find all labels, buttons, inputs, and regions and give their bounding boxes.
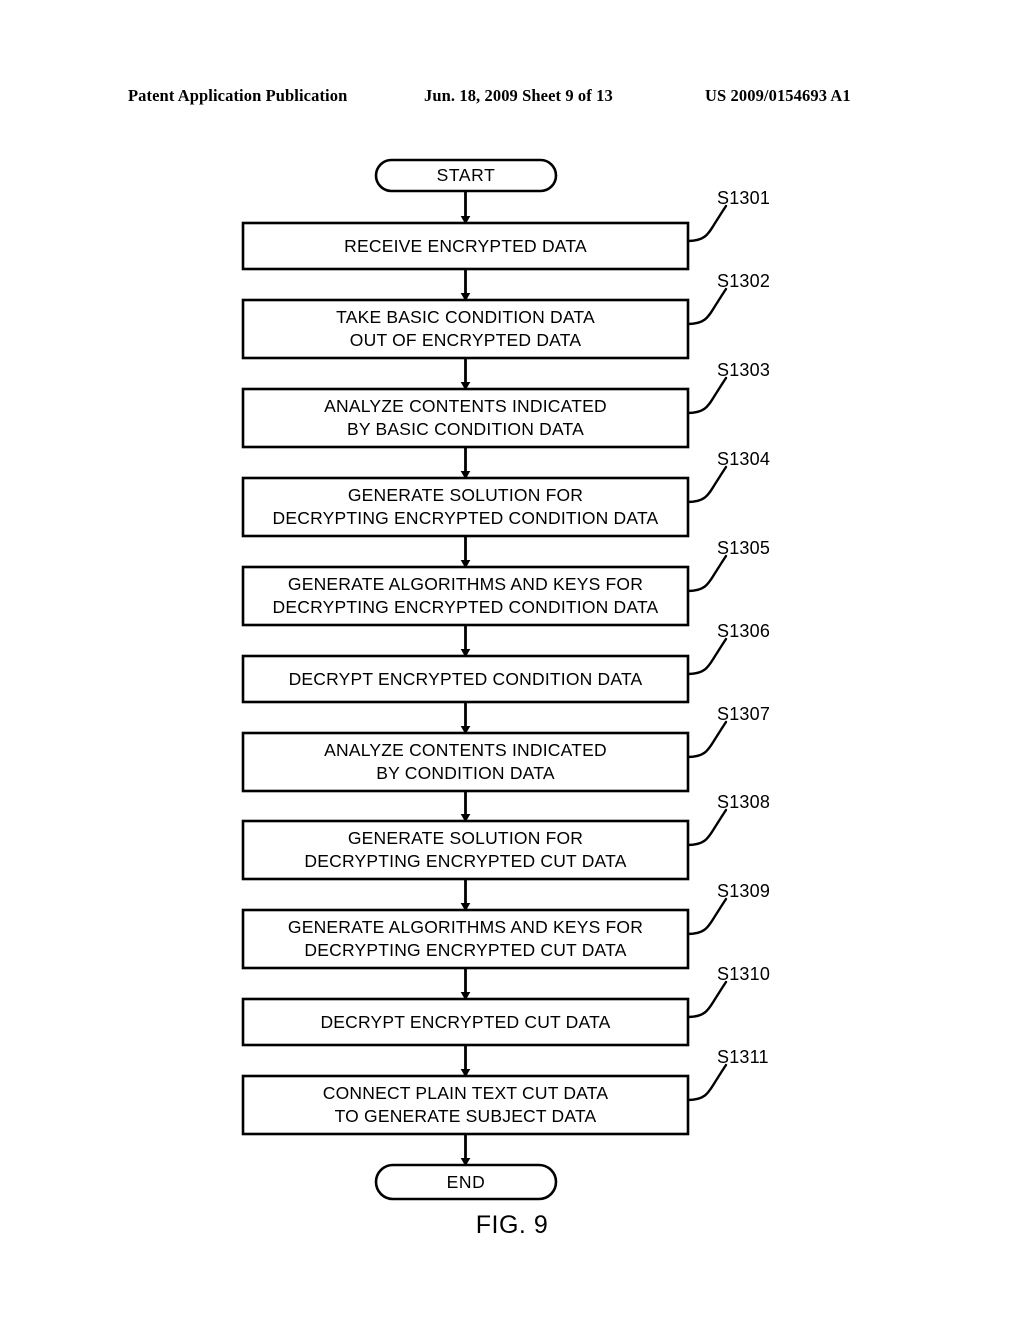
process-box-s1304 bbox=[241, 476, 690, 538]
step-id-s1303: S1303 bbox=[717, 360, 771, 380]
step-id-s1304: S1304 bbox=[717, 449, 771, 469]
process-box-s1305 bbox=[241, 565, 690, 627]
leader-s1309 bbox=[686, 897, 728, 936]
step-id-s1302: S1302 bbox=[717, 271, 771, 291]
step-id-s1307: S1307 bbox=[717, 704, 771, 724]
flowchart-graphics bbox=[241, 158, 728, 1201]
process-box-s1309 bbox=[241, 908, 690, 970]
step-id-s1305: S1305 bbox=[717, 538, 771, 558]
process-box-s1308 bbox=[241, 819, 690, 881]
flowchart-figure: START RECEIVE ENCRYPTED DATA TAKE BASIC … bbox=[0, 0, 1024, 1320]
step-id-s1309: S1309 bbox=[717, 881, 771, 901]
step-id-s1301: S1301 bbox=[717, 188, 771, 208]
leader-s1302 bbox=[686, 287, 728, 326]
process-box-s1310 bbox=[241, 997, 690, 1047]
figure-caption: FIG. 9 bbox=[475, 1211, 549, 1239]
step-id-s1308: S1308 bbox=[717, 792, 771, 812]
process-box-s1302 bbox=[241, 298, 690, 360]
leader-s1304 bbox=[686, 465, 728, 504]
end-terminator-shape bbox=[374, 1163, 558, 1201]
step-id-s1311: S1311 bbox=[717, 1047, 769, 1067]
process-box-s1306 bbox=[241, 654, 690, 704]
leader-s1308 bbox=[686, 808, 728, 847]
leader-s1305 bbox=[686, 554, 728, 593]
leader-s1306 bbox=[686, 637, 728, 676]
start-terminator-shape bbox=[374, 158, 558, 193]
step-id-s1306: S1306 bbox=[717, 621, 771, 641]
process-box-s1303 bbox=[241, 387, 690, 449]
leader-s1307 bbox=[686, 720, 728, 759]
leader-s1311 bbox=[686, 1063, 728, 1102]
leader-s1303 bbox=[686, 376, 728, 415]
step-id-s1310: S1310 bbox=[717, 964, 771, 984]
leader-s1301 bbox=[686, 204, 728, 243]
leader-s1310 bbox=[686, 980, 728, 1019]
process-box-s1307 bbox=[241, 731, 690, 793]
process-box-s1301 bbox=[241, 221, 690, 271]
process-box-s1311 bbox=[241, 1074, 690, 1136]
